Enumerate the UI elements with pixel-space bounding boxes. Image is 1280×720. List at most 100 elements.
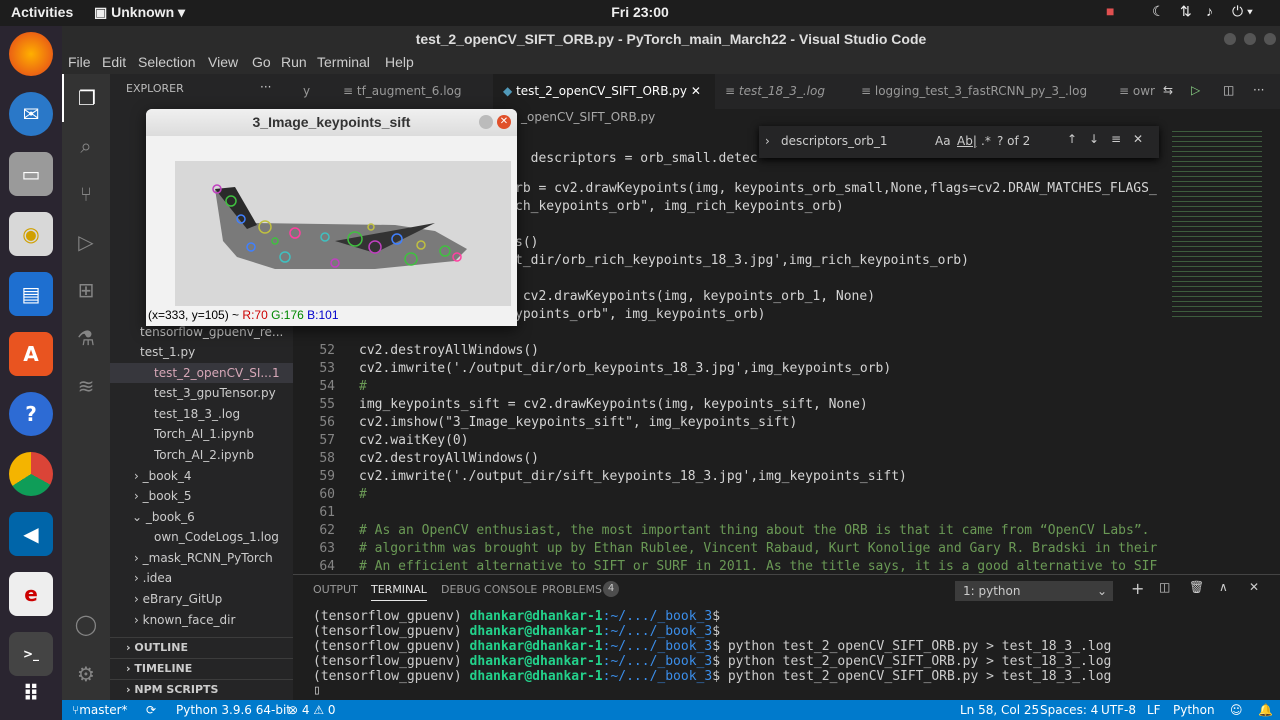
file-item[interactable]: Torch_AI_1.ipynb [154,424,293,444]
camera-icon[interactable]: ■ [1106,3,1114,19]
source-control-icon[interactable]: ⑂ [62,170,110,218]
tab-tf-augment-log[interactable]: ≡ tf_augment_6.log [333,74,493,109]
menu-go[interactable]: Go [252,54,271,70]
run-icon[interactable]: ▷ [1191,83,1200,97]
code-line[interactable]: # An efficient alternative to SIFT or SU… [359,559,1157,574]
folder-item[interactable]: › known_face_dir [134,610,293,630]
thunderbird-icon[interactable]: ✉ [9,92,53,136]
outline-section[interactable]: › OUTLINE [110,637,293,657]
code-line[interactable]: ypoints_orb", img_keypoints_orb) [515,307,765,322]
code-line[interactable]: cv2.destroyAllWindows() [359,343,539,358]
folder-item[interactable]: ⌄ _book_6 [132,507,291,527]
folder-item[interactable]: › _mask_RCNN_PyTorch [134,548,293,568]
code-line[interactable]: # [359,487,367,502]
search-icon[interactable]: ⌕ [62,122,110,170]
npm-scripts-section[interactable]: › NPM SCRIPTS [110,679,293,699]
tab-debug-console[interactable]: DEBUG CONSOLE [441,583,537,596]
help-icon[interactable]: ? [9,392,53,436]
code-line[interactable]: cv2.destroyAllWindows() [359,451,539,466]
code-line[interactable]: cv2.drawKeypoints(img, keypoints_orb_1, … [515,289,875,304]
maximize-panel-icon[interactable]: ∧ [1219,580,1228,594]
code-line[interactable]: cv2.waitKey(0) [359,433,469,448]
add-terminal-icon[interactable]: + [1131,579,1144,598]
menu-help[interactable]: Help [385,54,414,70]
folder-item[interactable]: › _book_4 [134,466,293,486]
maximize-button[interactable] [1244,33,1256,45]
chrome-icon[interactable] [9,452,53,496]
language-mode[interactable]: Python [1173,700,1215,720]
file-item[interactable]: test_3_gpuTensor.py [154,383,293,403]
show-apps-icon[interactable]: ⠿ [9,672,53,716]
file-item-active[interactable]: test_2_openCV_SI... 1 [110,363,293,383]
menu-edit[interactable]: Edit [102,54,126,70]
vscode-icon[interactable]: ◀ [9,512,53,556]
line-ending[interactable]: LF [1147,700,1161,720]
encoding[interactable]: UTF-8 [1101,700,1136,720]
tab-partial[interactable]: ≡ owr [1109,74,1159,109]
cursor-position[interactable]: Ln 58, Col 25 [960,700,1039,720]
tab-active-file[interactable]: ◆ test_2_openCV_SIFT_ORB.py ✕ [493,74,715,109]
match-case-toggle[interactable]: Aa [935,134,951,148]
folder-item[interactable]: › _book_5 [134,486,293,506]
software-center-icon[interactable]: A [9,332,53,376]
code-line[interactable]: cv2.imshow("3_Image_keypoints_sift", img… [359,415,797,430]
code-line[interactable]: t_dir/orb_rich_keypoints_18_3.jpg',img_r… [515,253,969,268]
files-icon[interactable]: ▭ [9,152,53,196]
menu-file[interactable]: File [68,54,91,70]
menu-selection[interactable]: Selection [138,54,196,70]
opencv-image-window[interactable]: 3_Image_keypoints_sift ✕ (x=333, y=105) … [146,109,517,326]
code-line[interactable]: cv2.imwrite('./output_dir/orb_keypoints_… [359,361,891,376]
tab-problems[interactable]: PROBLEMS [542,583,602,596]
keypoints-image[interactable] [175,161,511,306]
volume-icon[interactable]: ♪ [1206,3,1213,19]
file-item[interactable]: test_18_3_.log [154,404,293,424]
code-line[interactable]: img_keypoints_sift = cv2.drawKeypoints(i… [359,397,868,412]
python-interpreter[interactable]: Python 3.9.6 64-bit [176,700,291,720]
activities-button[interactable]: Activities [11,4,73,20]
file-item[interactable]: Torch_AI_2.ipynb [154,445,293,465]
power-icon[interactable]: ⏻ ▾ [1232,3,1253,20]
tab-log[interactable]: ≡ test_18_3_.log [715,74,851,109]
tab-terminal[interactable]: TERMINAL [371,583,427,601]
code-line[interactable]: # algorithm was brought up by Ethan Rubl… [359,541,1157,556]
minimize-button[interactable] [1224,33,1236,45]
bell-icon[interactable]: 🔔 [1258,700,1273,720]
folder-item[interactable]: › eBrary_GitUp [134,589,293,609]
find-in-selection-icon[interactable]: ≡ [1111,132,1121,146]
menu-view[interactable]: View [208,54,238,70]
split-terminal-icon[interactable]: ◫ [1159,580,1170,594]
app-menu[interactable]: ▣ Unknown ▾ [94,4,185,21]
feedback-icon[interactable]: ☺ [1230,700,1243,720]
clock[interactable]: Fri 23:00 [611,4,669,20]
tab-output[interactable]: OUTPUT [313,583,358,596]
close-button[interactable] [1264,33,1276,45]
close-panel-icon[interactable]: ✕ [1249,580,1259,594]
writer-icon[interactable]: ▤ [9,272,53,316]
terminal-icon[interactable]: >_ [9,632,53,676]
code-line[interactable]: # As an OpenCV enthusiast, the most impo… [359,523,1150,538]
rhythmbox-icon[interactable]: ◉ [9,212,53,256]
moon-icon[interactable]: ☾ [1152,3,1165,20]
explorer-icon[interactable]: ❐ [62,74,110,122]
firefox-icon[interactable] [9,32,53,76]
compare-icon[interactable]: ⇆ [1163,83,1173,97]
terminal-select[interactable]: 1: python ⌄ [955,581,1113,601]
tab-partial[interactable]: y [293,74,333,109]
minimap[interactable] [1168,109,1280,574]
regex-toggle[interactable]: .* [981,134,991,148]
code-line[interactable]: s() [515,235,538,250]
code-line[interactable]: # [359,379,367,394]
more-actions-icon[interactable]: ··· [1253,83,1264,97]
menu-terminal[interactable]: Terminal [317,54,370,70]
code-line[interactable]: cv2.imwrite('./output_dir/sift_keypoints… [359,469,907,484]
folder-item[interactable]: › .idea [134,568,293,588]
ebook-reader-icon[interactable]: e [9,572,53,616]
minimize-button[interactable] [479,115,493,129]
find-input[interactable]: descriptors_orb_1 [781,134,888,148]
arrow-down-icon[interactable]: ↓ [1089,132,1099,146]
remote-icon[interactable]: ≋ [62,362,110,410]
branch-indicator[interactable]: ⑂ master* [72,700,128,720]
code-line[interactable]: rb = cv2.drawKeypoints(img, keypoints_or… [515,181,1157,196]
problems-indicator[interactable]: ⊗ 4 ⚠ 0 [288,700,336,720]
menu-run[interactable]: Run [281,54,307,70]
